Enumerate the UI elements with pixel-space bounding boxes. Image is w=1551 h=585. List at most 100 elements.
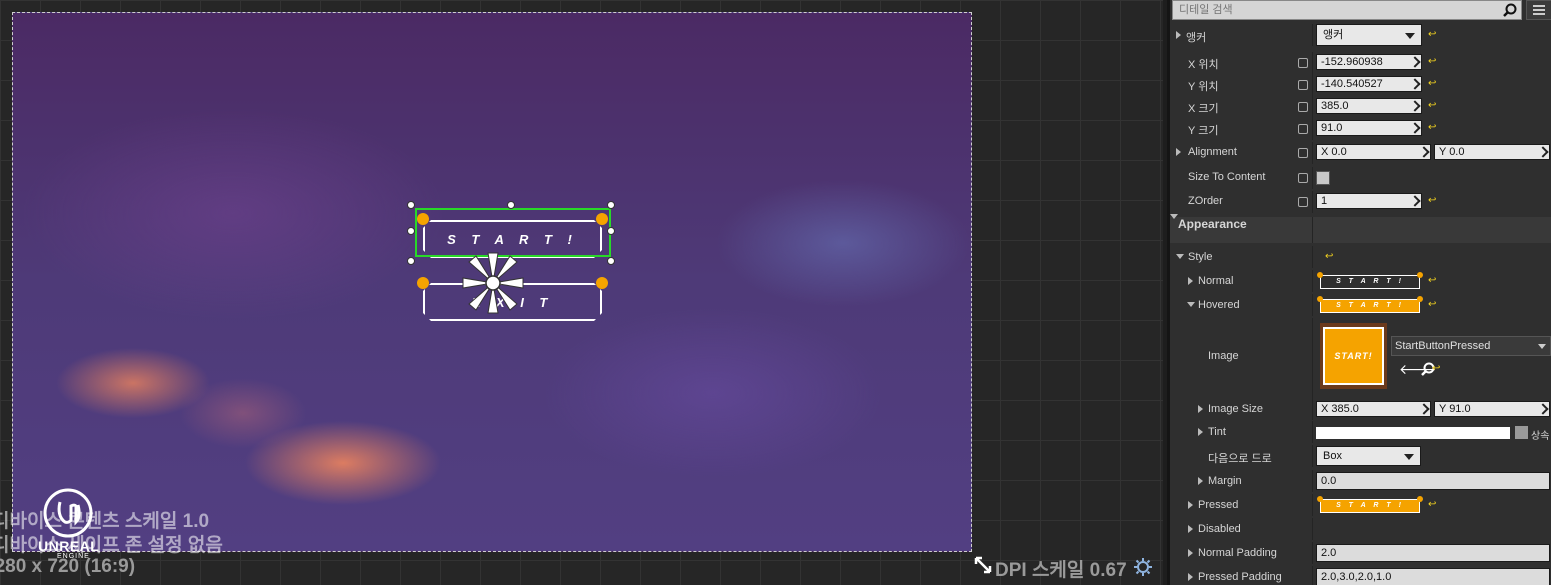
- tint-color-swatch[interactable]: [1316, 427, 1510, 439]
- spin-icon[interactable]: [1409, 78, 1421, 90]
- pressed-brush-preview[interactable]: S T A R T !: [1320, 499, 1420, 513]
- hovered-brush-preview[interactable]: S T A R T !: [1320, 299, 1420, 313]
- binding-icon[interactable]: [1298, 124, 1308, 134]
- y-position-field[interactable]: -140.540527: [1316, 76, 1422, 92]
- normal-label: Normal: [1198, 275, 1234, 287]
- alignment-x-field[interactable]: X 0.0: [1316, 144, 1431, 160]
- search-input[interactable]: [1173, 1, 1521, 19]
- reset-arrow-icon[interactable]: ↩: [1428, 101, 1438, 111]
- resize-icon[interactable]: [974, 556, 992, 574]
- reset-arrow-icon[interactable]: ↩: [1428, 123, 1438, 133]
- collapse-arrow-icon[interactable]: [1176, 254, 1184, 259]
- normal-padding-row: Normal Padding 2.0: [1170, 542, 1551, 564]
- size-to-content-checkbox[interactable]: [1316, 171, 1330, 185]
- draw-as-dropdown[interactable]: Box: [1316, 446, 1421, 466]
- resize-handle-mid-right[interactable]: [607, 227, 615, 235]
- spin-icon[interactable]: [1537, 403, 1549, 415]
- margin-field[interactable]: 0.0: [1316, 472, 1550, 490]
- reset-arrow-icon[interactable]: ↩: [1428, 30, 1438, 40]
- spin-icon[interactable]: [1418, 403, 1430, 415]
- expand-arrow-icon[interactable]: [1198, 428, 1203, 436]
- spin-icon[interactable]: [1409, 56, 1421, 68]
- search-icon[interactable]: [1503, 3, 1517, 17]
- design-frame[interactable]: S T A R T ! E X I T: [12, 12, 972, 560]
- designer-canvas[interactable]: S T A R T ! E X I T: [0, 0, 1163, 585]
- anchor-point-icon[interactable]: [417, 213, 429, 225]
- expand-arrow-icon[interactable]: [1176, 31, 1181, 39]
- normal-brush-text: S T A R T !: [1336, 278, 1404, 285]
- alignment-y-field[interactable]: Y 0.0: [1434, 144, 1550, 160]
- binding-icon[interactable]: [1298, 58, 1308, 68]
- expand-arrow-icon[interactable]: [1188, 277, 1193, 285]
- tint-inherit-label: 상속: [1531, 431, 1550, 442]
- image-thumbnail[interactable]: START!: [1320, 323, 1387, 389]
- disabled-label: Disabled: [1198, 523, 1241, 535]
- image-label: Image: [1208, 350, 1239, 362]
- spin-icon[interactable]: [1537, 146, 1549, 158]
- chevron-down-icon: [1538, 344, 1546, 349]
- reset-arrow-icon[interactable]: ↩: [1428, 79, 1438, 89]
- x-position-field[interactable]: -152.960938: [1316, 54, 1422, 70]
- binding-icon[interactable]: [1298, 148, 1308, 158]
- details-panel: 앵커 앵커 ↩ X 위치 -152.960938 ↩ Y 위치 -140.540…: [1167, 0, 1551, 585]
- binding-icon[interactable]: [1298, 197, 1308, 207]
- x-size-field[interactable]: 385.0: [1316, 98, 1422, 114]
- reset-arrow-icon[interactable]: ↩: [1428, 500, 1438, 510]
- selection-box[interactable]: [415, 208, 611, 257]
- reset-arrow-icon[interactable]: ↩: [1428, 57, 1438, 67]
- anchor-point-icon[interactable]: [596, 277, 608, 289]
- zorder-field[interactable]: 1: [1316, 193, 1422, 209]
- reset-arrow-icon[interactable]: ↩: [1428, 276, 1438, 286]
- column-divider: [1312, 167, 1313, 189]
- anchor-value: 앵커: [1323, 29, 1344, 41]
- image-size-y-field[interactable]: Y 91.0: [1434, 401, 1550, 417]
- reset-arrow-icon[interactable]: ↩: [1325, 252, 1335, 262]
- anchor-label: 앵커: [1186, 32, 1207, 44]
- expand-arrow-icon[interactable]: [1188, 573, 1193, 581]
- normal-padding-field[interactable]: 2.0: [1316, 544, 1550, 562]
- binding-icon[interactable]: [1298, 80, 1308, 90]
- anchor-point-icon[interactable]: [596, 213, 608, 225]
- view-options-icon[interactable]: [1526, 0, 1551, 20]
- image-size-x-field[interactable]: X 385.0: [1316, 401, 1431, 417]
- expand-arrow-icon[interactable]: [1188, 501, 1193, 509]
- anchor-medallion-icon[interactable]: [461, 251, 525, 315]
- resize-handle-mid-left[interactable]: [407, 227, 415, 235]
- anchor-point-icon[interactable]: [417, 277, 429, 289]
- collapse-arrow-icon[interactable]: [1170, 214, 1178, 231]
- reset-arrow-icon[interactable]: ↩: [1432, 364, 1442, 374]
- anchor-dot-icon: [1317, 496, 1323, 502]
- search-box[interactable]: [1172, 0, 1522, 20]
- reset-arrow-icon[interactable]: ↩: [1428, 196, 1438, 206]
- expand-arrow-icon[interactable]: [1198, 477, 1203, 485]
- resize-handle-bottom-left[interactable]: [407, 257, 415, 265]
- spin-icon[interactable]: [1409, 100, 1421, 112]
- binding-icon[interactable]: [1298, 173, 1308, 183]
- anchor-dropdown[interactable]: 앵커: [1316, 24, 1422, 46]
- resize-handle-top-left[interactable]: [407, 201, 415, 209]
- pressed-padding-field[interactable]: 2.0,3.0,2.0,1.0: [1316, 568, 1550, 585]
- spin-icon[interactable]: [1409, 195, 1421, 207]
- image-asset-dropdown[interactable]: StartButtonPressed: [1391, 336, 1551, 356]
- expand-arrow-icon[interactable]: [1188, 525, 1193, 533]
- normal-brush-preview[interactable]: S T A R T !: [1320, 275, 1420, 289]
- tint-inherit-checkbox[interactable]: [1515, 426, 1528, 439]
- resize-handle-bottom-right[interactable]: [607, 257, 615, 265]
- binding-icon[interactable]: [1298, 102, 1308, 112]
- gear-icon[interactable]: [1134, 558, 1152, 576]
- expand-arrow-icon[interactable]: [1198, 405, 1203, 413]
- appearance-section-header[interactable]: Appearance: [1170, 214, 1551, 243]
- expand-arrow-icon[interactable]: [1188, 549, 1193, 557]
- x-size-value: 385.0: [1321, 100, 1349, 112]
- resize-handle-top-center[interactable]: [507, 201, 515, 209]
- y-size-field[interactable]: 91.0: [1316, 120, 1422, 136]
- spin-icon[interactable]: [1409, 122, 1421, 134]
- collapse-arrow-icon[interactable]: [1187, 302, 1195, 307]
- image-size-y-value: Y 91.0: [1439, 403, 1471, 415]
- reset-arrow-icon[interactable]: ↩: [1428, 300, 1438, 310]
- spin-icon[interactable]: [1418, 146, 1430, 158]
- zorder-value: 1: [1321, 195, 1328, 207]
- resize-handle-top-right[interactable]: [607, 201, 615, 209]
- column-divider: [1312, 294, 1313, 316]
- expand-arrow-icon[interactable]: [1176, 148, 1181, 156]
